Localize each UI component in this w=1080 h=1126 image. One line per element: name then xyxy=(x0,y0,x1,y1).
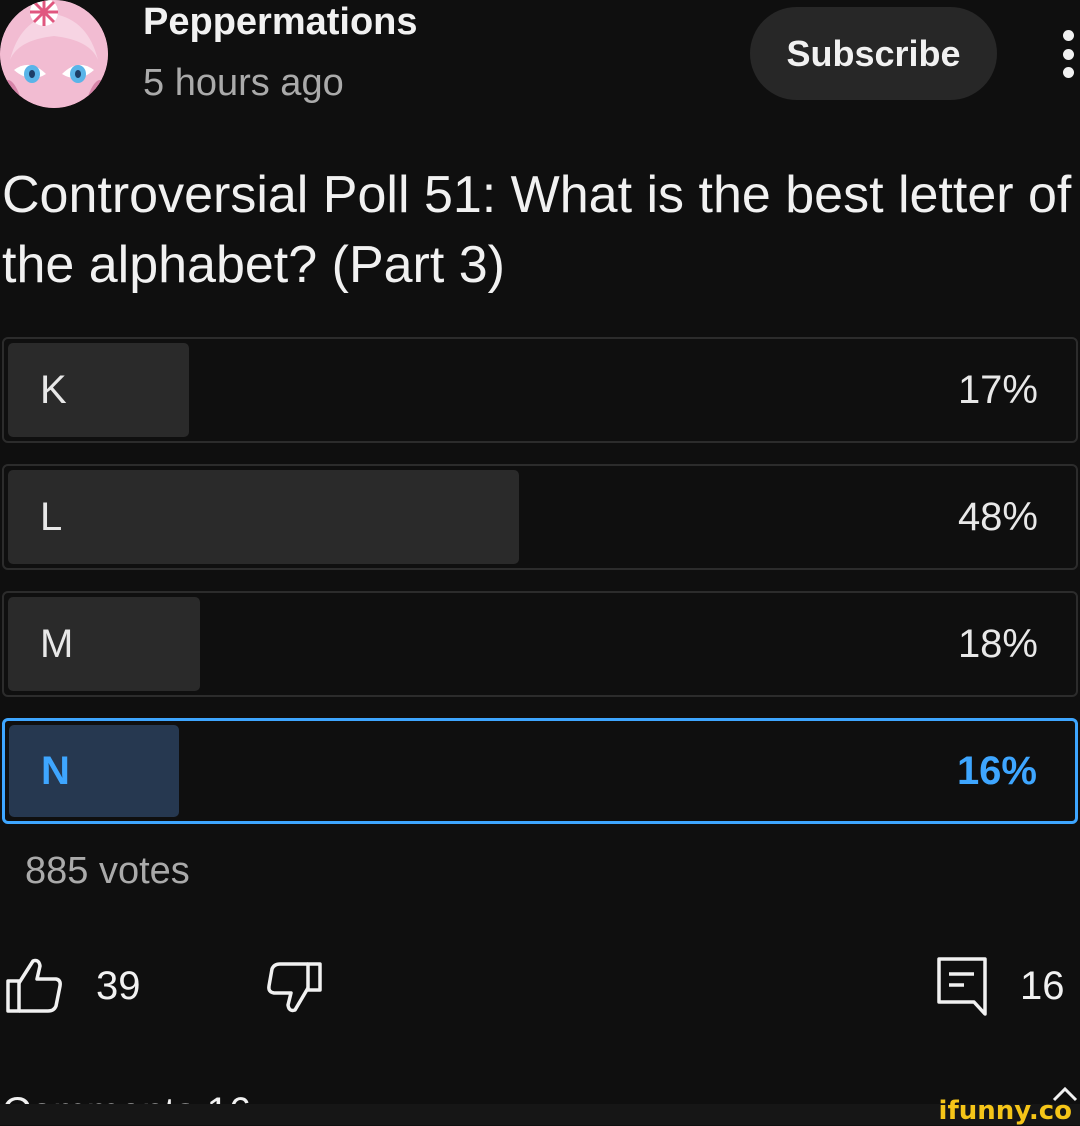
poll-option-percent: 18% xyxy=(957,621,1038,666)
comments-header[interactable]: Comments 16 xyxy=(2,1082,251,1106)
poll-option-label: N xyxy=(41,748,70,793)
poll-option-k[interactable]: K 17% xyxy=(2,337,1078,443)
like-count: 39 xyxy=(96,964,141,1008)
comment-count: 16 xyxy=(1020,964,1065,1008)
subscribe-button[interactable]: Subscribe xyxy=(750,7,997,100)
like-button[interactable] xyxy=(4,955,64,1015)
poll-option-n[interactable]: N 16% xyxy=(2,718,1078,824)
more-vertical-icon[interactable] xyxy=(1050,24,1080,84)
bottom-bar xyxy=(0,1104,1080,1125)
poll-option-label: M xyxy=(40,621,74,666)
poll-option-percent: 16% xyxy=(956,748,1037,793)
post-text: Controversial Poll 51: What is the best … xyxy=(2,166,1072,294)
poll-option-fill xyxy=(8,470,519,564)
poll-option-label: K xyxy=(40,367,67,412)
dislike-button[interactable] xyxy=(266,960,324,1021)
thumbs-down-icon xyxy=(267,962,322,1013)
watermark-logo: ifunny.co xyxy=(938,1096,1072,1126)
more-dot xyxy=(1062,48,1074,60)
poll-option-m[interactable]: M 18% xyxy=(2,591,1078,697)
avatar-illustration xyxy=(0,0,108,108)
channel-avatar[interactable] xyxy=(0,0,108,108)
poll-option-fill xyxy=(8,343,189,437)
poll-option-fill xyxy=(8,597,200,691)
poll-option-l[interactable]: L 48% xyxy=(2,464,1078,570)
post-timestamp: 5 hours ago xyxy=(143,62,344,104)
poll-option-label: L xyxy=(40,494,63,539)
more-dot xyxy=(1062,30,1074,41)
poll-option-fill xyxy=(9,725,179,817)
more-dot xyxy=(1062,67,1074,78)
comment-icon xyxy=(937,957,987,1016)
thumbs-up-icon xyxy=(6,958,62,1013)
poll-option-percent: 17% xyxy=(957,367,1038,412)
channel-name[interactable]: Peppermations xyxy=(143,0,418,44)
vote-count: 885 votes xyxy=(25,850,190,892)
comment-button[interactable] xyxy=(936,956,990,1023)
poll: K 17% L 48% M 18% N 16% xyxy=(2,337,1078,845)
poll-option-percent: 48% xyxy=(957,494,1038,539)
